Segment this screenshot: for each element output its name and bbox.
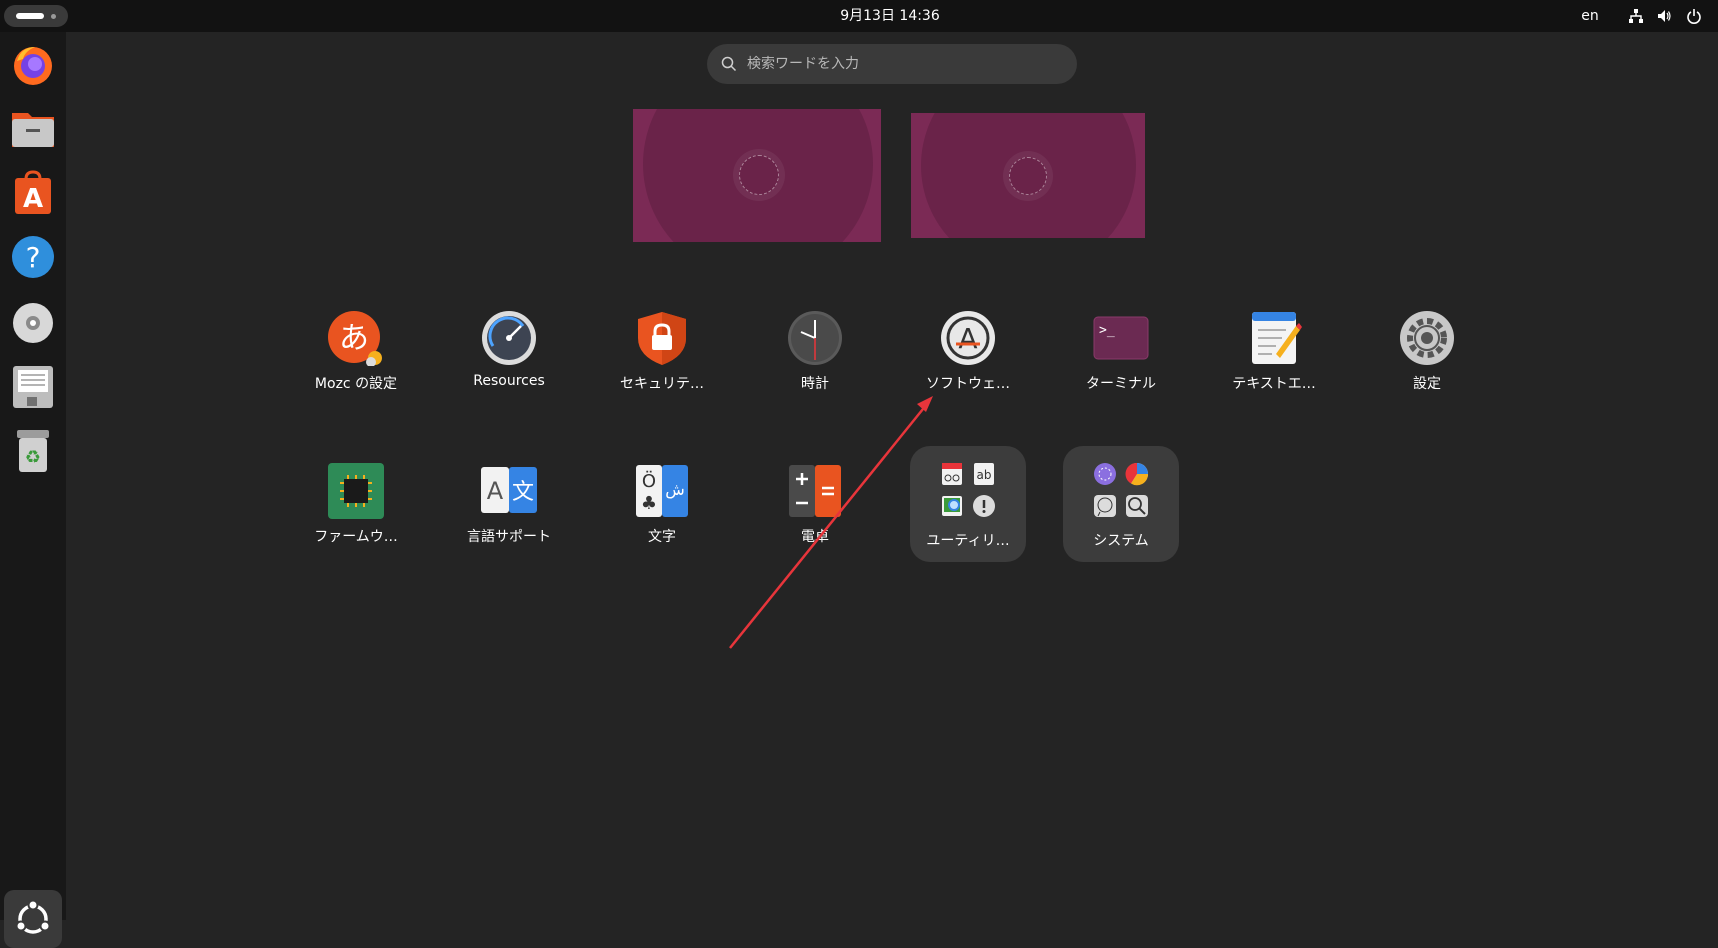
folder-system[interactable]: システム <box>1063 446 1179 562</box>
disk-icon <box>13 366 53 408</box>
dock: A ? ♻ <box>0 32 66 948</box>
dock-help[interactable]: ? <box>8 232 58 282</box>
folder-preview <box>1091 460 1153 522</box>
chat-bubble-icon <box>1094 495 1116 517</box>
search-icon <box>721 56 737 72</box>
input-language-indicator[interactable]: en <box>1570 0 1610 32</box>
volume-icon[interactable] <box>1656 8 1672 24</box>
dock-app-center[interactable]: A <box>8 168 58 218</box>
svg-text:A: A <box>487 477 504 505</box>
app-calculator[interactable]: 電卓 <box>745 453 885 573</box>
app-security[interactable]: セキュリテ… <box>592 300 732 420</box>
app-language-support[interactable]: A 文 言語サポート <box>439 453 579 573</box>
app-settings[interactable]: 設定 <box>1357 300 1497 420</box>
app-text-editor[interactable]: テキストエ… <box>1204 300 1344 420</box>
search-bar[interactable] <box>707 44 1077 84</box>
app-label: Resources <box>473 373 545 389</box>
app-label: ターミナル <box>1086 376 1156 392</box>
clock[interactable]: 9月13日 14:36 <box>760 0 1020 32</box>
ubuntu-logo-icon <box>15 899 51 934</box>
svg-text:あ: あ <box>339 321 369 356</box>
workspace-indicator <box>51 14 56 19</box>
svg-text:A: A <box>23 184 43 214</box>
terminal-icon: >_ <box>1093 316 1149 360</box>
app-label: ソフトウェ… <box>926 376 1010 392</box>
search-input[interactable] <box>747 44 1057 84</box>
resources-icon <box>482 311 536 365</box>
svg-text:Ö: Ö <box>642 470 656 492</box>
clock-icon <box>788 311 842 365</box>
help-icon: ? <box>12 236 54 278</box>
app-center-icon: A <box>15 170 51 214</box>
svg-text:ab: ab <box>977 468 992 482</box>
show-apps-button[interactable] <box>4 890 62 948</box>
dock-disc[interactable] <box>8 298 58 348</box>
svg-text:A: A <box>958 322 977 355</box>
workspace-indicator-active <box>16 13 44 19</box>
firefox-icon <box>14 47 52 85</box>
app-label: ファームウ… <box>314 529 398 545</box>
folder-label: ユーティリ… <box>926 533 1010 549</box>
document-viewer-icon <box>942 463 962 485</box>
app-software-updater[interactable]: A ソフトウェ… <box>898 300 1038 420</box>
app-label: 言語サポート <box>467 529 551 545</box>
dock-trash[interactable]: ♻ <box>8 426 58 476</box>
wallpaper-emblem <box>739 155 779 195</box>
settings-wheel-icon <box>1094 463 1116 485</box>
app-label: 文字 <box>648 529 676 545</box>
app-firmware[interactable]: ファームウ… <box>286 453 426 573</box>
image-viewer-icon <box>942 496 962 516</box>
svg-text:?: ? <box>26 241 41 274</box>
disc-icon <box>13 303 53 343</box>
svg-text:ش: ش <box>665 480 685 499</box>
disk-usage-icon <box>1125 462 1149 486</box>
app-resources[interactable]: Resources <box>439 300 579 420</box>
folder-utilities[interactable]: ab ユーティリ… <box>910 446 1026 562</box>
dock-firefox[interactable] <box>8 40 58 90</box>
dock-files[interactable] <box>8 104 58 154</box>
app-mozc-settings[interactable]: あ Mozc の設定 <box>286 300 426 420</box>
svg-text:♻: ♻ <box>25 447 41 468</box>
settings-icon <box>1400 311 1454 365</box>
svg-text:♣: ♣ <box>641 493 657 514</box>
app-label: セキュリテ… <box>620 376 704 392</box>
trash-icon: ♻ <box>17 430 49 472</box>
folder-label: システム <box>1093 533 1149 549</box>
calculator-icon <box>789 465 841 517</box>
top-bar: 9月13日 14:36 en <box>0 0 1718 32</box>
mozc-icon: あ <box>328 311 382 366</box>
wallpaper-emblem <box>1009 157 1047 195</box>
workspace-thumbnail-2[interactable] <box>911 113 1145 238</box>
app-clocks[interactable]: 時計 <box>745 300 885 420</box>
text-editor-icon <box>1252 312 1302 364</box>
network-icon[interactable] <box>1628 8 1644 24</box>
fonts-icon: ab <box>974 463 994 485</box>
app-label: 時計 <box>801 376 829 392</box>
system-monitor-icon <box>1126 495 1148 517</box>
dock-disk-utility[interactable] <box>8 362 58 412</box>
language-support-icon: A 文 <box>481 467 537 513</box>
firmware-icon <box>328 463 384 519</box>
app-label: 設定 <box>1413 376 1441 392</box>
activities-button[interactable] <box>4 5 68 27</box>
security-icon <box>638 312 686 365</box>
characters-icon: Ö ♣ ش <box>636 465 688 517</box>
app-terminal[interactable]: >_ ターミナル <box>1051 300 1191 420</box>
folder-preview: ab <box>938 460 1000 522</box>
app-label: テキストエ… <box>1232 376 1316 392</box>
svg-text:>_: >_ <box>1099 323 1115 338</box>
power-icon[interactable] <box>1686 8 1702 24</box>
app-characters[interactable]: Ö ♣ ش 文字 <box>592 453 732 573</box>
software-updater-icon: A <box>941 311 995 365</box>
app-label: 電卓 <box>801 529 829 545</box>
logs-icon <box>973 495 995 517</box>
files-icon <box>12 113 54 147</box>
workspace-thumbnail-1[interactable] <box>633 109 881 242</box>
app-label: Mozc の設定 <box>314 376 398 392</box>
svg-text:文: 文 <box>512 480 534 505</box>
